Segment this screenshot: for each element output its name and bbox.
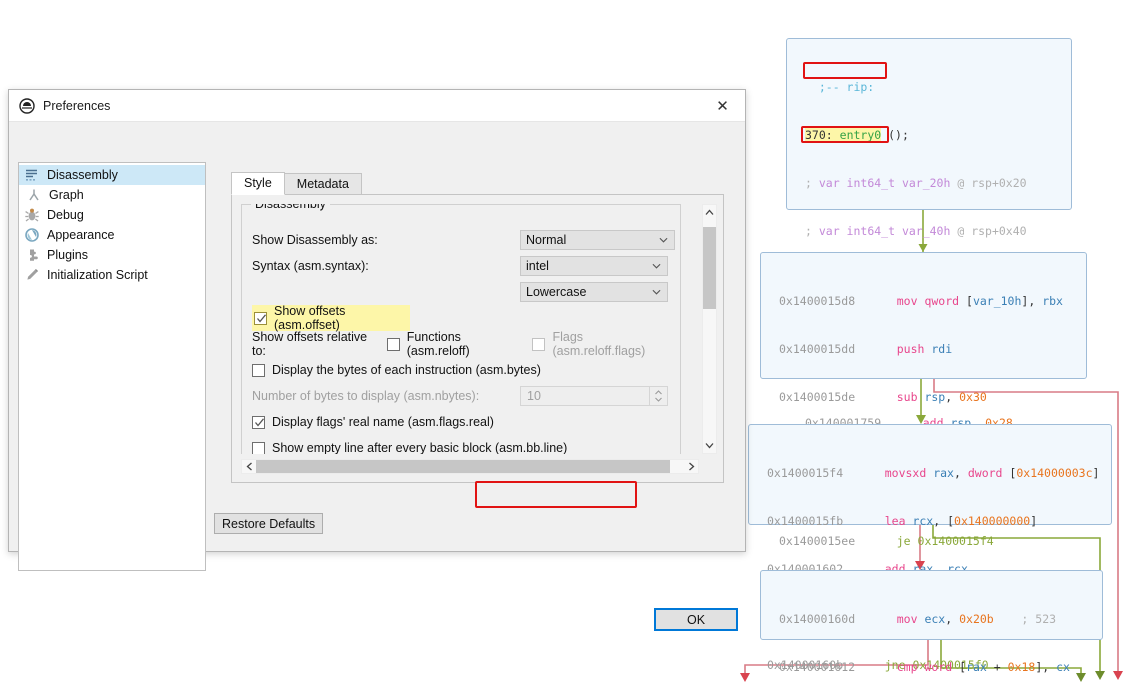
stepper-arrows-icon bbox=[649, 387, 667, 405]
chevron-down-icon bbox=[652, 263, 661, 269]
appearance-icon bbox=[25, 228, 39, 242]
show-disassembly-as-value: Normal bbox=[526, 233, 567, 247]
sidebar-item-label: Initialization Script bbox=[47, 268, 148, 282]
pencil-icon bbox=[27, 268, 39, 280]
flags-real-label: Display flags' real name (asm.flags.real… bbox=[272, 415, 494, 429]
row-case: Lowercase bbox=[252, 279, 670, 305]
vertical-scroll-thumb[interactable] bbox=[703, 227, 716, 309]
scroll-left-icon[interactable] bbox=[242, 460, 256, 473]
scroll-up-icon[interactable] bbox=[703, 205, 716, 220]
graph-block-1400015d8[interactable]: 0x1400015d8 mov qword [var_10h], rbx 0x1… bbox=[760, 252, 1087, 548]
chevron-down-icon bbox=[659, 237, 668, 243]
checkmark-icon bbox=[257, 313, 267, 323]
reloff-flags-label: Flags (asm.reloff.flags) bbox=[552, 330, 646, 358]
asm-line: ; var int64_t var_40h @ rsp+0x40 bbox=[805, 224, 1027, 238]
row-show-offsets-relative: Show offsets relative to: Functions (asm… bbox=[252, 330, 670, 358]
disassembly-icon bbox=[26, 169, 37, 181]
asm-bytes-label: Display the bytes of each instruction (a… bbox=[272, 363, 541, 377]
scroll-right-icon[interactable] bbox=[684, 460, 698, 473]
tab-strip[interactable]: Style Metadata bbox=[231, 172, 724, 195]
nbytes-stepper: 10 bbox=[520, 386, 668, 406]
ok-button[interactable]: OK bbox=[654, 608, 738, 631]
sidebar-item-label: Appearance bbox=[47, 228, 115, 242]
close-icon[interactable]: ✕ bbox=[700, 90, 745, 121]
reloff-functions-label: Functions (asm.reloff) bbox=[406, 330, 470, 358]
options-horizontal-scrollbar[interactable] bbox=[241, 459, 699, 474]
graph-block-1400015f4[interactable]: 0x1400015f4 movsxd rax, dword [0x1400000… bbox=[748, 424, 1112, 672]
row-syntax: Syntax (asm.syntax): intel bbox=[252, 253, 670, 279]
graph-icon bbox=[29, 189, 39, 201]
dialog-title: Preferences bbox=[43, 98, 111, 113]
asm-line: 0x1400015de sub rsp, 0x30 bbox=[779, 390, 987, 404]
row-asm-bytes[interactable]: Display the bytes of each instruction (a… bbox=[252, 357, 670, 383]
reloff-flags-checkbox bbox=[532, 337, 546, 351]
show-offsets-checkbox[interactable] bbox=[254, 311, 267, 325]
sidebar-item-graph[interactable]: Graph bbox=[19, 185, 205, 205]
flags-real-checkbox[interactable] bbox=[252, 415, 265, 429]
asm-line: 0x1400015fb lea rcx, [0x140000000] bbox=[767, 514, 1038, 528]
syntax-value: intel bbox=[526, 259, 549, 273]
asm-line: ;-- rip: bbox=[805, 80, 875, 94]
reloff-functions-checkbox[interactable] bbox=[386, 337, 400, 351]
dialog-titlebar[interactable]: Preferences ✕ bbox=[9, 90, 745, 122]
asm-line: ; var int64_t var_20h @ rsp+0x20 bbox=[805, 176, 1027, 190]
sidebar-item-label: Disassembly bbox=[47, 168, 118, 182]
asm-line: 0x1400015f4 movsxd rax, dword [0x1400000… bbox=[767, 466, 1100, 480]
show-disassembly-as-label: Show Disassembly as: bbox=[252, 233, 378, 247]
syntax-label: Syntax (asm.syntax): bbox=[252, 259, 369, 273]
settings-category-list[interactable]: Disassembly Graph Debug Appearance Plugi… bbox=[18, 162, 206, 571]
sidebar-item-debug[interactable]: Debug bbox=[19, 205, 205, 225]
sidebar-item-label: Graph bbox=[49, 188, 84, 202]
sidebar-item-label: Debug bbox=[47, 208, 84, 222]
bb-line-checkbox[interactable] bbox=[252, 441, 265, 454]
asm-line: 0x1400015dd push rdi bbox=[779, 342, 953, 356]
settings-tabpane[interactable]: Style Metadata Disassembly Show Disassem… bbox=[231, 172, 724, 508]
tab-style[interactable]: Style bbox=[231, 172, 285, 195]
row-show-offsets[interactable]: Show offsets (asm.offset) bbox=[252, 304, 410, 332]
row-bb-line[interactable]: Show empty line after every basic block … bbox=[252, 435, 670, 454]
nbytes-value: 10 bbox=[527, 389, 541, 403]
chevron-down-icon bbox=[652, 289, 661, 295]
debug-icon bbox=[25, 208, 39, 222]
tab-content-style: Disassembly Show Disassembly as: Normal bbox=[231, 194, 724, 508]
nbytes-label: Number of bytes to display (asm.nbytes): bbox=[252, 389, 480, 403]
options-vertical-scrollbar[interactable] bbox=[702, 204, 717, 454]
restore-defaults-button[interactable]: Restore Defaults bbox=[214, 513, 324, 534]
asm-line: 0x1400015d8 mov qword [var_10h], rbx bbox=[779, 294, 1063, 308]
asm-line: 0x140001612 cmp word [rax + 0x18], cx bbox=[779, 660, 1070, 674]
row-nbytes: Number of bytes to display (asm.nbytes):… bbox=[252, 383, 670, 409]
sidebar-item-disassembly[interactable]: Disassembly bbox=[19, 165, 205, 185]
options-scroll-viewport[interactable]: Disassembly Show Disassembly as: Normal bbox=[241, 204, 699, 454]
graph-block-entry0[interactable]: ;-- rip: 370: entry0 (); ; var int64_t v… bbox=[786, 38, 1072, 478]
scroll-down-icon[interactable] bbox=[703, 438, 716, 453]
sidebar-item-initialization-script[interactable]: Initialization Script bbox=[19, 265, 205, 285]
case-value: Lowercase bbox=[526, 285, 587, 299]
asm-line: 0x14000160d mov ecx, 0x20b ; 523 bbox=[779, 612, 1057, 626]
cutter-logo-icon bbox=[19, 97, 35, 114]
spinner-icon bbox=[655, 390, 662, 402]
sidebar-item-label: Plugins bbox=[47, 248, 88, 262]
show-disassembly-as-select[interactable]: Normal bbox=[520, 230, 675, 250]
asm-line: 370: entry0 (); bbox=[805, 128, 909, 142]
show-offsets-label: Show offsets (asm.offset) bbox=[274, 304, 346, 332]
preferences-dialog[interactable]: Preferences ✕ Disassembly Graph Debug Ap… bbox=[8, 89, 746, 631]
bb-line-label: Show empty line after every basic block … bbox=[272, 441, 568, 454]
tab-metadata[interactable]: Metadata bbox=[283, 173, 362, 195]
plugins-icon bbox=[30, 249, 38, 261]
highlight-show-offsets bbox=[475, 481, 637, 508]
sidebar-item-appearance[interactable]: Appearance bbox=[19, 225, 205, 245]
horizontal-scroll-thumb[interactable] bbox=[256, 460, 670, 473]
checkmark-icon bbox=[255, 417, 265, 427]
row-flags-real[interactable]: Display flags' real name (asm.flags.real… bbox=[252, 409, 670, 435]
disassembly-group: Disassembly Show Disassembly as: Normal bbox=[241, 204, 681, 454]
row-show-disassembly-as: Show Disassembly as: Normal bbox=[252, 227, 675, 253]
show-offsets-relative-label: Show offsets relative to: bbox=[252, 330, 368, 358]
asm-bytes-checkbox[interactable] bbox=[252, 363, 265, 377]
graph-block-14000160d[interactable]: 0x14000160d mov ecx, 0x20b ; 523 0x14000… bbox=[760, 570, 1103, 674]
sidebar-item-plugins[interactable]: Plugins bbox=[19, 245, 205, 265]
syntax-select[interactable]: intel bbox=[520, 256, 668, 276]
case-select[interactable]: Lowercase bbox=[520, 282, 668, 302]
group-title: Disassembly bbox=[251, 204, 330, 211]
